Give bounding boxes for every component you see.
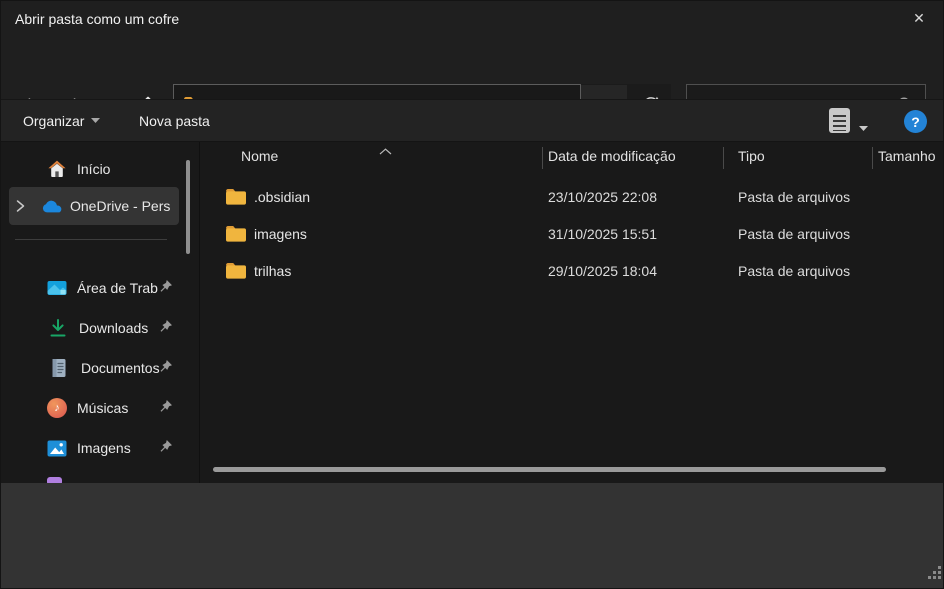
folder-icon (226, 189, 246, 210)
navigation-bar: C:\Users\felip\felipesantanafs.github.io… (1, 37, 944, 99)
help-button[interactable]: ? (904, 110, 927, 133)
organize-menu-button[interactable]: Organizar (23, 100, 100, 141)
file-type: Pasta de arquivos (738, 253, 850, 290)
file-row-imagens[interactable]: imagens 31/10/2025 15:51 Pasta de arquiv… (201, 216, 944, 253)
music-icon (47, 398, 67, 418)
change-view-button[interactable] (829, 108, 850, 133)
file-type: Pasta de arquivos (738, 216, 850, 253)
column-separator[interactable] (723, 147, 724, 169)
sidebar-item-music[interactable]: Músicas (1, 389, 199, 427)
folder-icon (226, 263, 246, 284)
file-row-obsidian[interactable]: .obsidian 23/10/2025 22:08 Pasta de arqu… (201, 179, 944, 216)
new-folder-label: Nova pasta (139, 113, 210, 129)
downloads-icon (48, 318, 68, 338)
file-name: .obsidian (254, 179, 310, 216)
sidebar-item-label: Início (77, 161, 110, 177)
file-modified: 31/10/2025 15:51 (548, 216, 657, 253)
file-modified: 23/10/2025 22:08 (548, 179, 657, 216)
view-dropdown-button[interactable] (859, 118, 868, 136)
onedrive-icon (42, 196, 62, 216)
list-header: Nome Data de modificação Tipo Tamanho (201, 142, 944, 172)
sidebar-item-home[interactable]: Início (1, 150, 199, 188)
sidebar-divider (15, 239, 167, 240)
pin-icon[interactable] (158, 399, 173, 417)
new-folder-button[interactable]: Nova pasta (139, 100, 210, 141)
column-header-modified[interactable]: Data de modificação (548, 148, 676, 164)
organize-label: Organizar (23, 113, 84, 129)
column-header-type[interactable]: Tipo (738, 148, 765, 164)
sidebar-item-label: Área de Trab (77, 280, 158, 296)
sidebar-item-label: Imagens (77, 440, 131, 456)
sidebar-item-label: OneDrive - Perso (70, 198, 170, 214)
main-content: Início OneDrive - Perso Área de Trab (1, 142, 944, 483)
titlebar: Abrir pasta como um cofre (1, 1, 944, 37)
sidebar-item-desktop[interactable]: Área de Trab (1, 269, 199, 307)
file-modified: 29/10/2025 18:04 (548, 253, 657, 290)
pictures-icon (47, 438, 67, 458)
pin-icon[interactable] (158, 439, 173, 457)
sidebar-scrollbar[interactable] (186, 160, 190, 254)
resize-grip[interactable] (928, 576, 931, 579)
pin-icon[interactable] (158, 359, 173, 377)
sidebar-item-pictures[interactable]: Imagens (1, 429, 199, 467)
column-header-name[interactable]: Nome (241, 148, 278, 164)
close-button[interactable] (897, 1, 941, 37)
file-name: imagens (254, 216, 307, 253)
sort-ascending-icon (379, 142, 392, 160)
sidebar-item-documents[interactable]: Documentos (1, 349, 199, 387)
file-type: Pasta de arquivos (738, 179, 850, 216)
pin-icon[interactable] (158, 319, 173, 337)
open-vault-dialog: Abrir pasta como um cofre C:\Users\felip… (0, 0, 944, 589)
pin-icon[interactable] (158, 279, 173, 297)
horizontal-scrollbar[interactable] (213, 467, 886, 472)
sidebar-item-label: Downloads (79, 320, 148, 336)
chevron-down-icon (91, 118, 100, 123)
folder-icon (226, 226, 246, 247)
column-header-size[interactable]: Tamanho (878, 148, 936, 164)
column-separator[interactable] (542, 147, 543, 169)
desktop-icon (47, 278, 67, 298)
navigation-sidebar: Início OneDrive - Perso Área de Trab (1, 142, 200, 483)
file-name: trilhas (254, 253, 291, 290)
sidebar-item-onedrive[interactable]: OneDrive - Perso (1, 187, 199, 225)
dialog-title: Abrir pasta como um cofre (15, 1, 179, 37)
command-toolbar: Organizar Nova pasta (1, 99, 944, 142)
chevron-right-icon (15, 199, 26, 213)
chevron-down-icon (859, 126, 868, 131)
footer-panel: Pasta: Selecionar pasta Cancelar (1, 483, 944, 589)
sidebar-item-label: Músicas (77, 400, 128, 416)
column-separator[interactable] (872, 147, 873, 169)
help-icon: ? (911, 114, 920, 130)
close-icon (913, 10, 925, 28)
home-icon (47, 159, 67, 179)
documents-icon (49, 358, 69, 378)
sidebar-item-label: Documentos (81, 360, 160, 376)
sidebar-item-downloads[interactable]: Downloads (1, 309, 199, 347)
file-row-trilhas[interactable]: trilhas 29/10/2025 18:04 Pasta de arquiv… (201, 253, 944, 290)
